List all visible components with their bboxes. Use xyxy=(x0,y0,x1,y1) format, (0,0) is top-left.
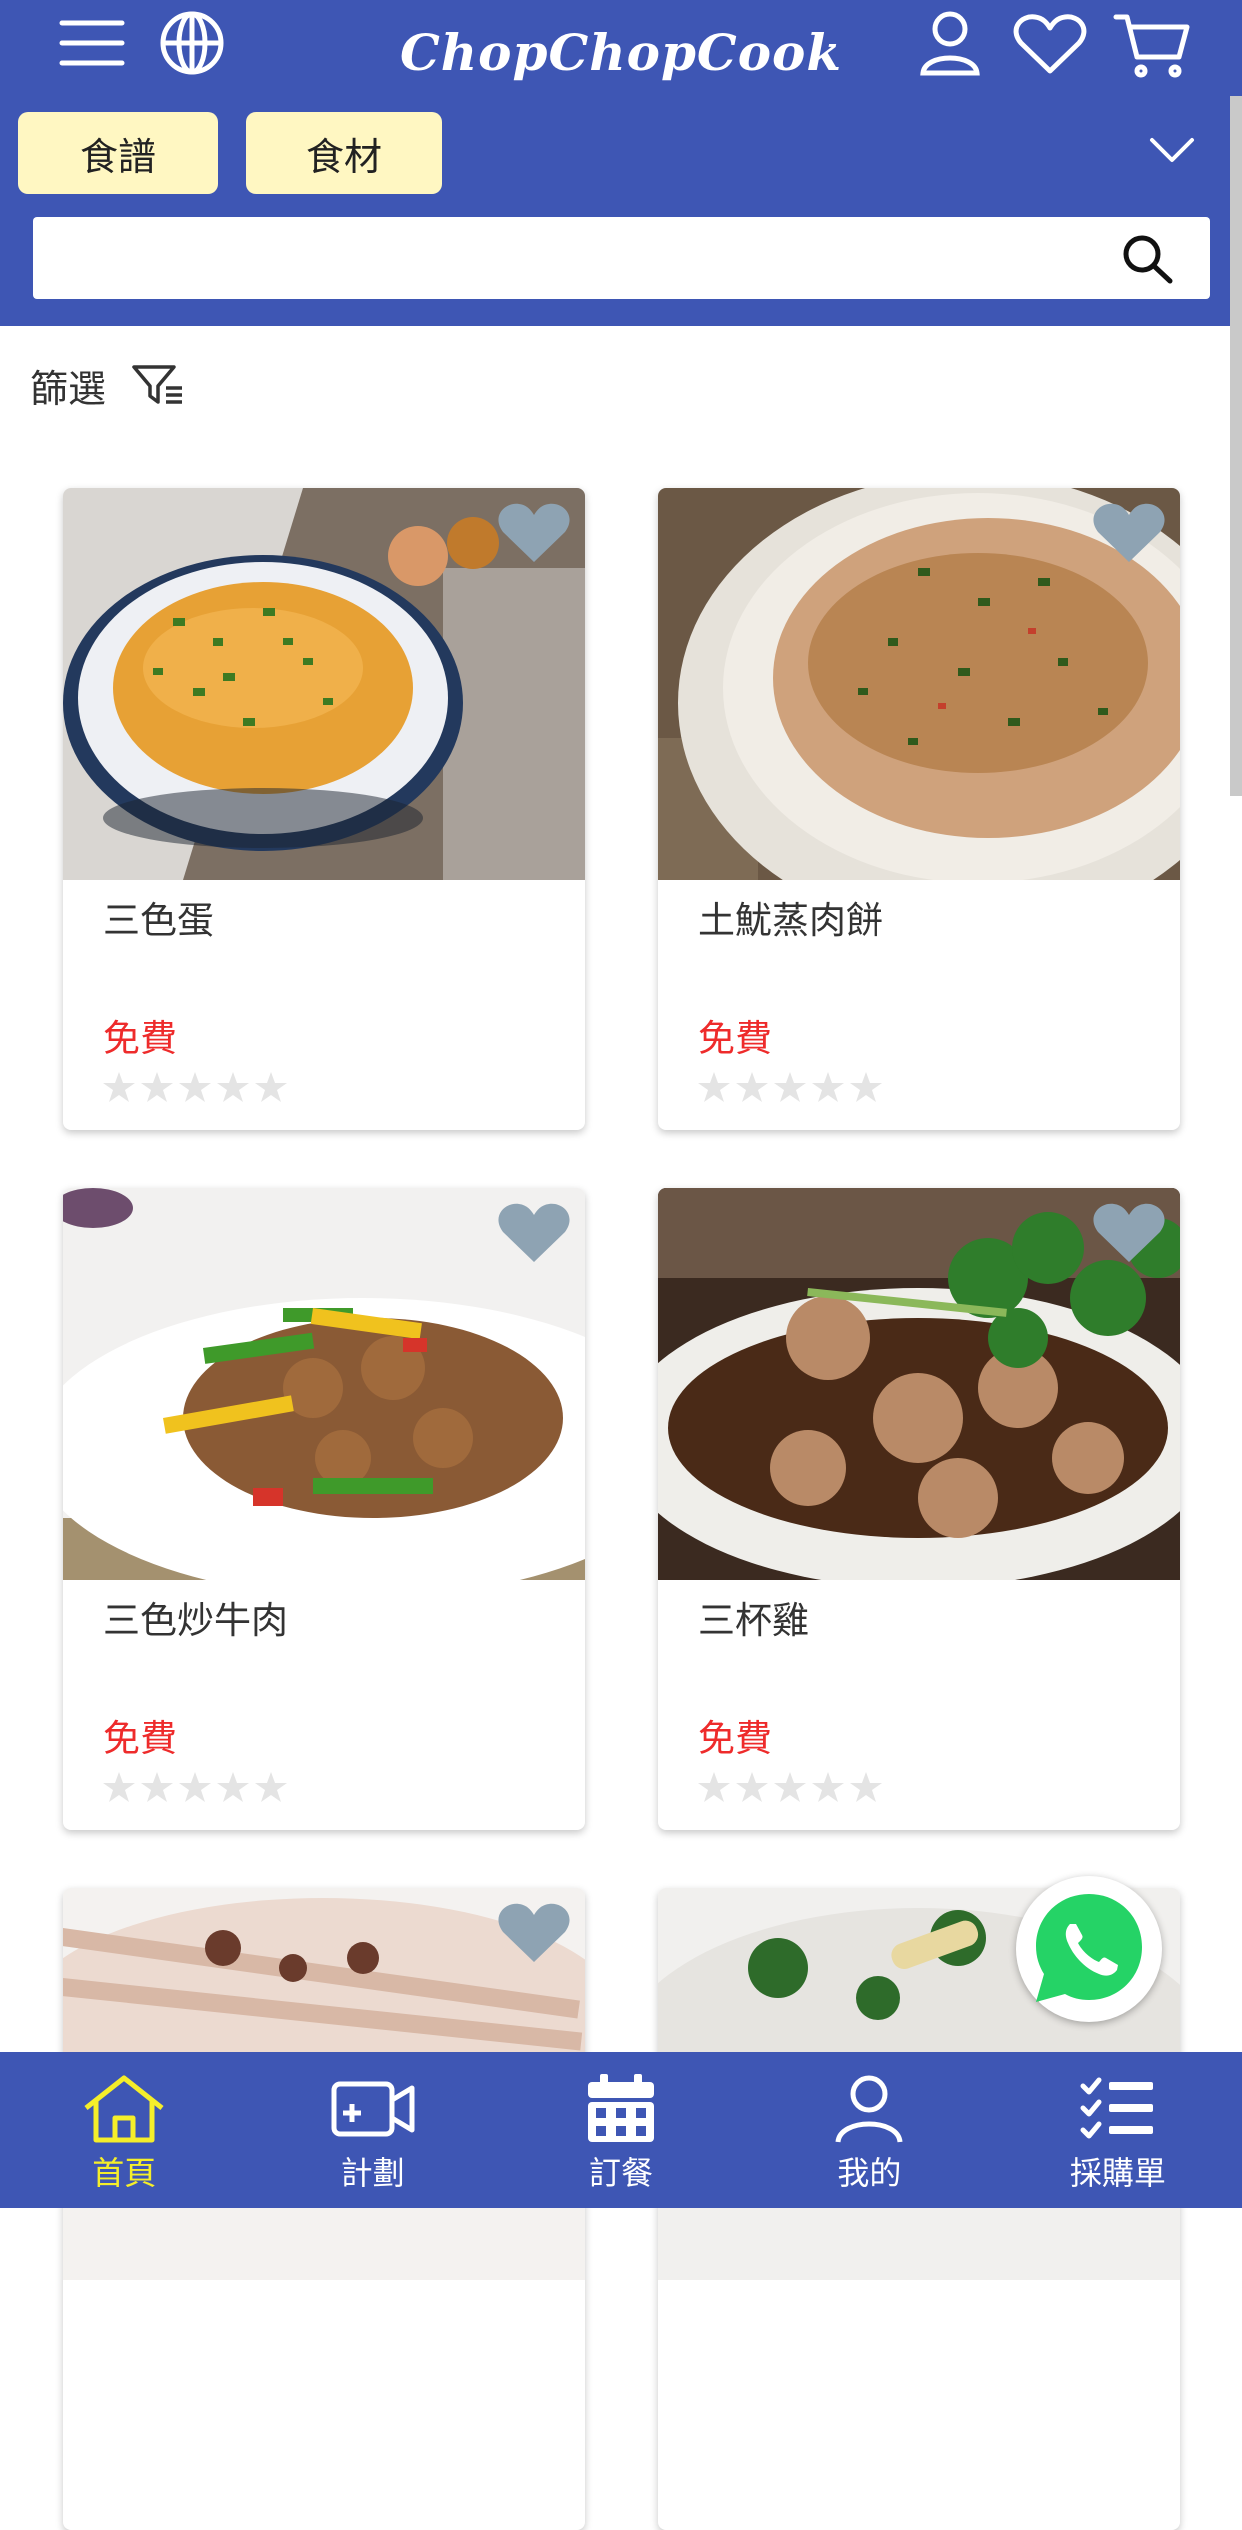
nav-shopping-list[interactable]: 採購單 xyxy=(994,2052,1242,2208)
favorites-heart-icon[interactable] xyxy=(1010,10,1090,78)
chevron-down-icon[interactable] xyxy=(1146,130,1198,170)
nav-plan-label: 計劃 xyxy=(340,2154,405,2192)
whatsapp-icon xyxy=(1026,1886,1152,2012)
favorite-heart-icon[interactable] xyxy=(1090,1202,1168,1268)
menu-icon[interactable] xyxy=(52,12,132,74)
video-plan-icon xyxy=(330,2074,416,2144)
page-scrollbar[interactable] xyxy=(1230,96,1242,796)
recipe-card[interactable]: 土魷蒸肉餅 免費 xyxy=(658,488,1180,1130)
recipe-price: 免費 xyxy=(103,1017,177,1060)
recipe-card[interactable]: 三色蛋 免費 xyxy=(63,488,585,1130)
favorite-heart-icon[interactable] xyxy=(495,1202,573,1268)
search-input[interactable] xyxy=(53,227,1097,291)
recipe-price: 免費 xyxy=(103,1717,177,1760)
nav-profile[interactable]: 我的 xyxy=(745,2052,993,2208)
search-bar xyxy=(33,217,1210,299)
nav-shopping-list-label: 採購單 xyxy=(1069,2154,1166,2192)
nav-order-label: 訂餐 xyxy=(589,2154,654,2192)
rating-stars xyxy=(101,1770,291,1806)
cart-icon[interactable] xyxy=(1112,10,1192,80)
filter-button[interactable]: 篩選 xyxy=(30,355,186,415)
whatsapp-button[interactable] xyxy=(1016,1876,1162,2022)
top-header: ChopChopCook 食譜 食材 xyxy=(0,0,1242,326)
nav-plan[interactable]: 計劃 xyxy=(248,2052,496,2208)
tab-recipes-label: 食譜 xyxy=(79,134,156,179)
recipe-name: 土魷蒸肉餅 xyxy=(698,899,883,942)
tab-recipes[interactable]: 食譜 xyxy=(18,112,218,194)
rating-stars xyxy=(696,1770,886,1806)
tab-ingredients-label: 食材 xyxy=(305,134,382,179)
favorite-heart-icon[interactable] xyxy=(495,1902,573,1968)
tab-ingredients[interactable]: 食材 xyxy=(246,112,442,194)
nav-home-label: 首頁 xyxy=(92,2154,157,2192)
brand-title[interactable]: ChopChopCook xyxy=(400,18,850,88)
recipe-name: 三色炒牛肉 xyxy=(103,1599,288,1642)
checklist-icon xyxy=(1075,2074,1161,2144)
recipe-card[interactable]: 三杯雞 免費 xyxy=(658,1188,1180,1830)
globe-icon[interactable] xyxy=(152,8,232,78)
favorite-heart-icon[interactable] xyxy=(495,502,573,568)
nav-profile-label: 我的 xyxy=(837,2154,902,2192)
recipe-photo xyxy=(658,488,1180,880)
bottom-navigation: 首頁 計劃 訂餐 我的 採購單 xyxy=(0,2052,1242,2208)
user-icon xyxy=(826,2074,912,2144)
user-account-icon[interactable] xyxy=(914,8,986,78)
recipe-photo xyxy=(63,488,585,880)
recipe-card[interactable] xyxy=(63,1888,585,2530)
recipe-photo xyxy=(658,1188,1180,1580)
home-icon xyxy=(81,2074,167,2144)
search-icon[interactable] xyxy=(1113,229,1183,289)
recipe-card[interactable]: 三色炒牛肉 免費 xyxy=(63,1188,585,1830)
rating-stars xyxy=(696,1070,886,1106)
rating-stars xyxy=(101,1070,291,1106)
calendar-icon xyxy=(578,2074,664,2144)
filter-icon xyxy=(130,362,186,408)
filter-label: 篩選 xyxy=(30,366,107,411)
recipe-price: 免費 xyxy=(698,1717,772,1760)
recipe-price: 免費 xyxy=(698,1017,772,1060)
favorite-heart-icon[interactable] xyxy=(1090,502,1168,568)
recipe-name: 三色蛋 xyxy=(103,899,214,942)
nav-home[interactable]: 首頁 xyxy=(0,2052,248,2208)
recipe-name: 三杯雞 xyxy=(698,1599,809,1642)
nav-order[interactable]: 訂餐 xyxy=(497,2052,745,2208)
recipe-photo xyxy=(63,1188,585,1580)
